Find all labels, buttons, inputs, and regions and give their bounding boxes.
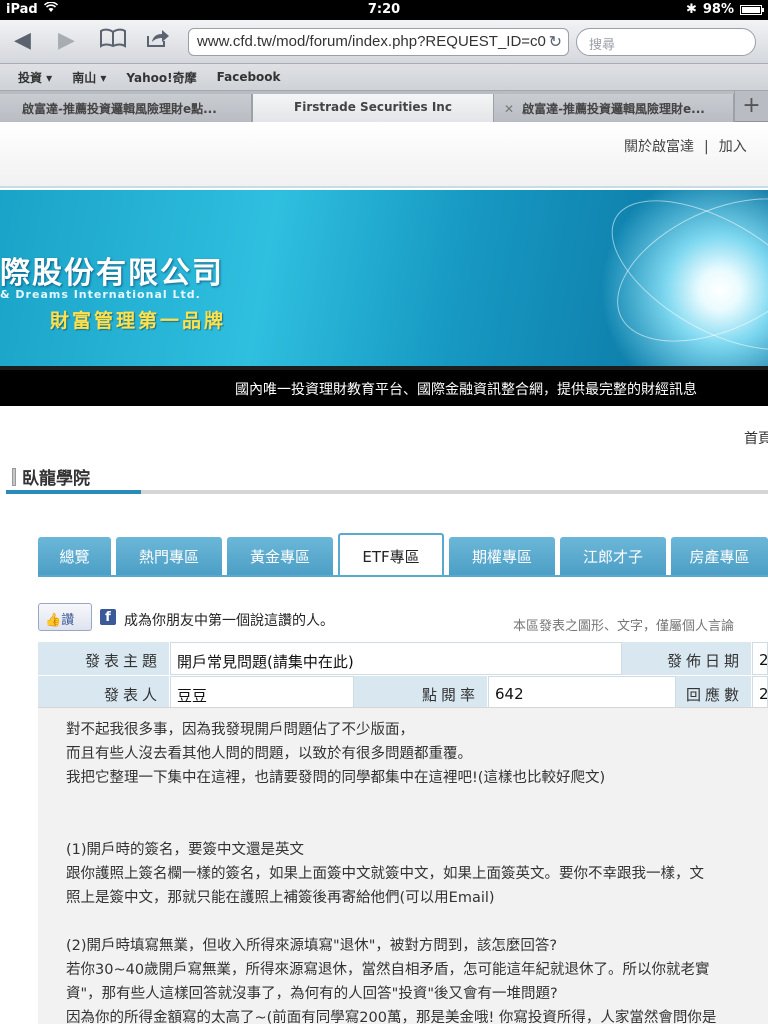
bookmark-yahoo[interactable]: Yahoo!奇摩 [126,69,196,86]
bookmark-nanshan[interactable]: 南山 ▾ [72,69,106,86]
facebook-icon: f [100,609,116,625]
home-link[interactable]: 首頁 [744,428,768,448]
site-top-nav: 關於啟富達 | 加入 [0,122,768,188]
date-value: 2 [752,642,768,675]
author-label: 發表人 [38,676,170,709]
bookmark-facebook[interactable]: Facebook [217,70,281,84]
subject-value: 開戶常見問題(請集中在此) [170,642,622,675]
tabs-underline [38,575,768,577]
post-line: 對不起我很多事，因為我發現開戶問題佔了不少版面， [66,722,414,738]
post-line: 若你30~40歲開戶寫無業，所得來源寫退休，當然自相矛盾，怎可能這年紀就退休了。… [66,962,710,978]
forward-icon[interactable]: ▶ [58,28,75,54]
close-tab-icon[interactable]: ✕ [504,102,514,116]
post-line: (2)開戶時填寫無業，但收入所得來源填寫"退休"，被對方問到，該怎麼回答? [66,938,558,954]
tab-overview[interactable]: 總覽 [38,537,111,575]
post-line: 因為你的所得金額寫的太高了~(前面有同學寫200萬，那是美金哦! 你寫投資所得，… [66,1010,717,1024]
disclaimer-text: 本區發表之圖形、文字，僅屬個人言論 [513,619,735,634]
search-input[interactable]: 搜尋 [576,28,756,56]
browser-tab-3[interactable]: ✕ 啟富達-推薦投資邏輯風險理財e... [494,94,734,122]
browser-toolbar: ◀ ▶ www.cfd.tw/mod/forum/index.php?REQUE… [0,20,768,64]
browser-tabs: 啟富達-推薦投資邏輯風險理財e點... Firstrade Securities… [0,90,768,122]
tab-real-estate[interactable]: 房產專區 [671,537,768,575]
replies-label: 回應數 [676,676,752,709]
post-line: 我把它整理一下集中在這裡，也請要發問的同學都集中在這裡吧!(這樣也比較好爬文) [66,770,606,786]
banner-slogan: 財富管理第一品牌 [50,310,227,332]
post-body: 對不起我很多事，因為我發現開戶問題佔了不少版面， 而且有些人沒去看其他人問的問題… [38,707,768,1024]
browser-tab-title: 啟富達-推薦投資邏輯風險理財e點... [22,102,217,116]
bluetooth-icon: ✱ [685,2,697,17]
join-link[interactable]: 加入 [719,139,747,155]
tab-popular[interactable]: 熱門專區 [116,537,222,575]
date-label: 發佈日期 [622,642,752,675]
like-text: 成為你朋友中第一個說這讚的人。 [124,613,334,629]
like-button[interactable]: 👍讚 [38,603,92,631]
status-clock: 7:20 [367,2,401,17]
plus-icon: + [742,93,761,118]
post-line: (1)開戶時的簽名，要簽中文還是英文 [66,842,305,858]
battery-icon [740,4,764,15]
author-value: 豆豆 [170,676,354,709]
company-name: 際股份有限公司 [0,256,224,291]
new-tab-button[interactable]: + [734,91,768,122]
share-icon[interactable] [146,28,170,55]
company-name-en: & Dreams International Ltd. [0,288,201,301]
section-divider-accent [6,490,141,494]
like-label: 讚 [61,613,75,628]
tab-gold[interactable]: 黃金專區 [227,537,333,575]
reload-icon[interactable]: ↻ [549,32,562,52]
site-tagline: 國內唯一投資理財教育平台、國際金融資訊整合網，提供最完整的財經訊息 [0,366,768,406]
subject-label: 發表主題 [38,642,170,675]
url-text: www.cfd.tw/mod/forum/index.php?REQUEST_I… [197,33,546,50]
bookmark-invest[interactable]: 投資 ▾ [18,69,52,86]
thumbs-up-icon: 👍 [45,613,62,628]
table-row: 發表人 豆豆 點閱率 642 回應數 2 [38,675,768,709]
address-bar[interactable]: www.cfd.tw/mod/forum/index.php?REQUEST_I… [188,28,569,56]
browser-tab-2[interactable]: Firstrade Securities Inc [252,94,494,122]
section-divider [6,490,768,494]
post-line: 跟你護照上簽名欄一樣的簽名，如果上面簽中文就簽中文，如果上面簽英文。要你不幸跟我… [66,866,704,882]
back-icon[interactable]: ◀ [14,28,31,54]
tagline-text: 國內唯一投資理財教育平台、國際金融資訊整合網，提供最完整的財經訊息 [235,382,697,398]
views-value: 642 [488,676,676,709]
post-line: 而且有些人沒去看其他人問的問題，以致於有很多問題都重覆。 [66,746,472,762]
bookmarks-icon[interactable] [100,28,126,55]
battery-percent: 98% [702,2,734,17]
section-title: 臥龍學院 [22,469,90,489]
tab-jianglang[interactable]: 江郎才子 [560,537,666,575]
section-marker-icon [12,467,16,486]
battery-fill [742,6,760,13]
browser-tab-title: 啟富達-推薦投資邏輯風險理財e... [522,102,705,116]
browser-tab-title: Firstrade Securities Inc [294,100,452,114]
tab-options[interactable]: 期權專區 [449,537,555,575]
search-placeholder: 搜尋 [589,38,616,53]
post-line: 資"，那有些人這樣回答就沒事了，為何有的人回答"投資"後又會有一堆問題? [66,986,558,1002]
status-bar: iPad 7:20 ✱ 98% [0,0,768,20]
browser-tab-1[interactable]: 啟富達-推薦投資邏輯風險理財e點... [0,94,252,122]
table-row: 發表主題 開戶常見問題(請集中在此) 發佈日期 2 [38,641,768,675]
about-link[interactable]: 關於啟富達 [624,139,694,155]
tab-etf[interactable]: ETF專區 [338,533,444,576]
nav-separator: | [704,139,709,155]
post-line: 照上是簽中文，那就只能在護照上補簽後再寄給他們(可以用Email) [66,890,495,906]
bookmarks-bar: 投資 ▾ 南山 ▾ Yahoo!奇摩 Facebook [0,64,768,90]
replies-value: 2 [752,676,768,709]
section-header: 臥龍學院 [12,464,90,489]
views-label: 點閱率 [354,676,488,709]
site-banner: 際股份有限公司 & Dreams International Ltd. 財富管理… [0,190,768,366]
